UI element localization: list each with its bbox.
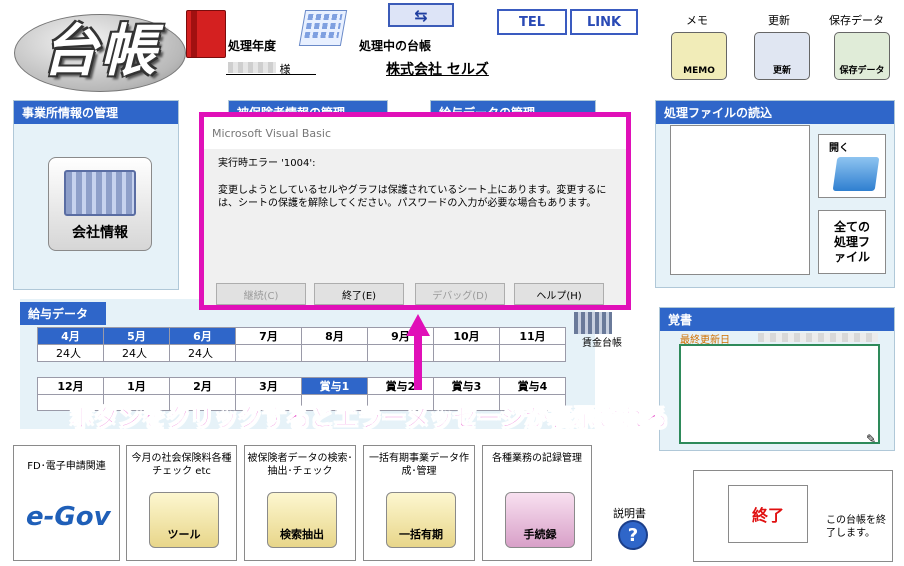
search-card[interactable]: 被保険者データの検索･抽出･チェック 検索抽出 <box>244 445 356 561</box>
salary-grid-top: 4月 5月 6月 7月 8月 9月 10月 11月 24人 24人 24人 <box>37 327 566 362</box>
memo-icon[interactable]: MEMO <box>671 32 727 80</box>
app-logo: 台帳 <box>42 18 158 84</box>
ledger-binder-icon[interactable] <box>574 312 612 334</box>
card-text: 一括有期事業データ作成･管理 <box>369 453 469 477</box>
headcount-cell: 24人 <box>103 344 170 362</box>
month-cell[interactable]: 7月 <box>235 327 302 345</box>
month-cell[interactable]: 5月 <box>103 327 170 345</box>
book-icon[interactable] <box>186 10 226 58</box>
month-header-row: 12月 1月 2月 3月 賞与1 賞与2 賞与3 賞与4 <box>37 377 566 395</box>
calendar-icon[interactable] <box>298 10 348 46</box>
manual-label: 説明書 <box>613 507 646 520</box>
headcount-cell <box>235 344 302 362</box>
link-button[interactable]: LINK <box>570 9 638 35</box>
bonus-cell[interactable]: 賞与1 <box>301 377 368 395</box>
wage-ledger-label: 賃金台帳 <box>582 338 622 349</box>
month-cell[interactable]: 12月 <box>37 377 104 395</box>
tel-button[interactable]: TEL <box>497 9 567 35</box>
stamp-icon: 手続録 <box>505 492 575 548</box>
month-cell[interactable]: 10月 <box>433 327 500 345</box>
month-header-row: 4月 5月 6月 7月 8月 9月 10月 11月 <box>37 327 566 345</box>
tool-card[interactable]: 今月の社会保険料各種チェック etc ツール <box>126 445 237 561</box>
folder-icon <box>832 157 880 191</box>
question-icon[interactable]: ? <box>618 520 648 550</box>
bonus-cell[interactable]: 賞与4 <box>499 377 566 395</box>
error-dialog: Microsoft Visual Basic 実行時エラー '1004': 変更… <box>199 112 631 310</box>
memo-textarea[interactable] <box>679 344 880 444</box>
toolbox-icon[interactable]: 保存データ <box>834 32 890 80</box>
annotation-caption: ボタンをクリックするとエラーメッセージが表示される <box>70 404 670 433</box>
card-text: 被保険者データの検索･抽出･チェック <box>247 453 353 477</box>
company-info-button[interactable]: 会社情報 <box>48 157 152 251</box>
update-label: 更新 <box>768 14 790 27</box>
building-icon <box>64 170 136 216</box>
new-icon[interactable]: 更新 <box>754 32 810 80</box>
shovel-icon: 一括有期 <box>386 492 456 548</box>
user-name-field: 様 <box>226 61 316 76</box>
file-panel-title: 処理ファイルの読込 <box>656 101 894 124</box>
user-name-redacted <box>228 62 276 73</box>
egov-icon: e-Gov <box>26 502 111 532</box>
dialog-title: Microsoft Visual Basic <box>204 117 626 149</box>
all-files-button[interactable]: 全ての処理ファイル <box>818 210 886 274</box>
memo-label: メモ <box>686 14 708 27</box>
continue-button[interactable]: 継続(C) <box>216 283 306 305</box>
headcount-cell <box>301 344 368 362</box>
card-text: 今月の社会保険料各種チェック etc <box>131 453 232 477</box>
month-cell[interactable]: 1月 <box>103 377 170 395</box>
eraser-icon[interactable]: ✎ <box>866 432 876 446</box>
month-cell[interactable]: 3月 <box>235 377 302 395</box>
update-caption: 更新 <box>772 66 791 76</box>
file-list[interactable] <box>670 125 810 275</box>
headcount-cell <box>433 344 500 362</box>
salary-panel-title: 給与データ <box>20 302 106 325</box>
annotation-arrow-icon <box>406 314 430 390</box>
year-label: 処理年度 <box>228 39 277 53</box>
last-updated-redacted <box>758 333 878 342</box>
card-icon-label: ツール <box>167 528 201 541</box>
open-label: 開く <box>829 143 849 154</box>
company-info-label: 会社情報 <box>72 225 128 241</box>
card-icon-label: 一括有期 <box>399 528 443 541</box>
card-icon-label: 手続録 <box>523 528 557 541</box>
tool-icon: ツール <box>149 492 219 548</box>
records-card[interactable]: 各種業務の記録管理 手続録 <box>482 445 592 561</box>
current-ledger-label: 処理中の台帳 <box>359 39 432 53</box>
month-cell[interactable]: 8月 <box>301 327 368 345</box>
bonus-cell[interactable]: 賞与3 <box>433 377 500 395</box>
debug-button[interactable]: デバッグ(D) <box>415 283 505 305</box>
card-icon-label: 検索抽出 <box>280 528 324 541</box>
month-cell[interactable]: 6月 <box>169 327 236 345</box>
memo-panel-title: 覚書 <box>660 308 894 331</box>
bulk-card[interactable]: 一括有期事業データ作成･管理 一括有期 <box>363 445 475 561</box>
saved-data-label: 保存データ <box>829 14 884 27</box>
card-text: 各種業務の記録管理 <box>492 453 582 464</box>
month-cell[interactable]: 4月 <box>37 327 104 345</box>
search-icon: 検索抽出 <box>267 492 337 548</box>
headcount-cell: 24人 <box>37 344 104 362</box>
month-cell[interactable]: 2月 <box>169 377 236 395</box>
error-code: 実行時エラー '1004': <box>218 158 316 169</box>
exit-description: この台帳を終了します。 <box>826 515 886 539</box>
office-panel-title: 事業所情報の管理 <box>14 101 178 124</box>
egov-card[interactable]: FD･電子申請関連 e-Gov <box>13 445 120 561</box>
user-suffix: 様 <box>279 63 291 76</box>
month-cell[interactable]: 11月 <box>499 327 566 345</box>
error-message: 変更しようとしているセルやグラフは保護されているシート上にあります。変更するには… <box>218 185 607 209</box>
company-name: 株式会社 セルズ <box>386 62 489 78</box>
open-button[interactable]: 開く <box>818 134 886 198</box>
headcount-cell <box>499 344 566 362</box>
help-button[interactable]: ヘルプ(H) <box>514 283 604 305</box>
headcount-row: 24人 24人 24人 <box>37 344 566 362</box>
saved-data-caption: 保存データ <box>839 66 885 76</box>
switch-arrows-icon[interactable]: ⇆ <box>388 3 454 27</box>
memo-caption: MEMO <box>683 66 715 76</box>
exit-button[interactable]: 終了 <box>728 485 808 543</box>
headcount-cell: 24人 <box>169 344 236 362</box>
end-button[interactable]: 終了(E) <box>314 283 404 305</box>
card-text: FD･電子申請関連 <box>27 461 106 472</box>
